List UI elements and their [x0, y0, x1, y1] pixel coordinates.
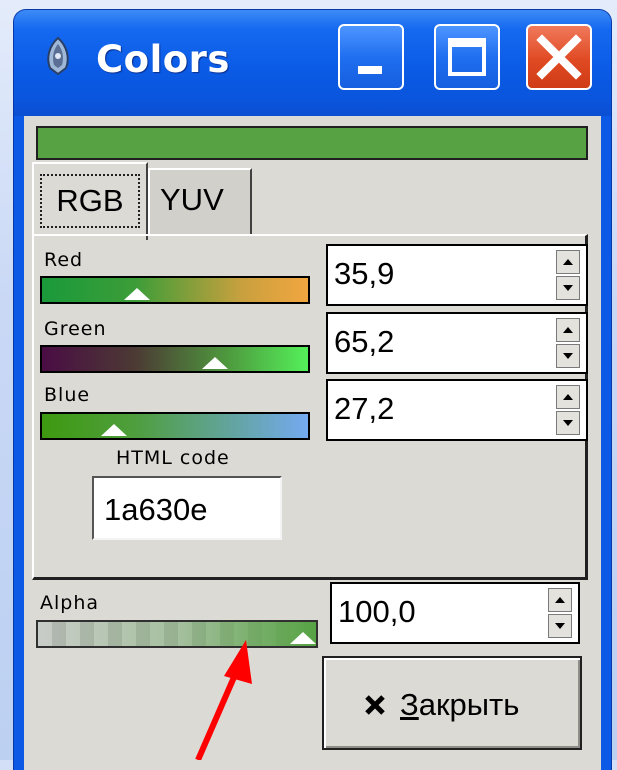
- red-value[interactable]: 35,9: [334, 256, 394, 292]
- green-spinbox[interactable]: 65,2: [326, 312, 588, 374]
- close-icon: [536, 34, 582, 80]
- html-code-label: HTML code: [116, 447, 230, 469]
- spin-up-icon: [555, 597, 565, 603]
- close-button[interactable]: Закрыть: [322, 656, 582, 750]
- alpha-label: Alpha: [40, 592, 100, 614]
- spin-down-icon: [555, 623, 565, 629]
- spin-up-icon: [563, 327, 573, 333]
- dialog-body: RGB YUV Red 35,9 Green 65,2 Blue 27,2 HT…: [24, 116, 601, 770]
- close-button-label: Закрыть: [400, 687, 519, 723]
- spin-up-icon: [563, 259, 573, 265]
- spin-up-icon: [563, 394, 573, 400]
- tab-rgb[interactable]: RGB: [32, 162, 148, 240]
- alpha-increment-button[interactable]: [548, 588, 572, 612]
- alpha-slider[interactable]: [36, 620, 318, 648]
- blue-increment-button[interactable]: [556, 385, 580, 409]
- green-value[interactable]: 65,2: [334, 324, 394, 360]
- close-button-label-rest: акрыть: [418, 687, 520, 722]
- spin-down-icon: [563, 353, 573, 359]
- app-icon: [47, 36, 69, 76]
- maximize-icon: [448, 38, 486, 76]
- html-code-value[interactable]: 1a630e: [104, 492, 207, 528]
- title-bar[interactable]: Colors: [14, 10, 611, 116]
- x-icon: [365, 695, 385, 715]
- red-spinbox[interactable]: 35,9: [326, 244, 588, 306]
- green-increment-button[interactable]: [556, 318, 580, 342]
- spin-down-icon: [563, 285, 573, 291]
- tab-rgb-focus: RGB: [40, 174, 140, 228]
- alpha-value[interactable]: 100,0: [338, 594, 416, 630]
- blue-slider-thumb[interactable]: [101, 424, 128, 436]
- minimize-button[interactable]: [338, 24, 404, 90]
- tab-rgb-label: RGB: [56, 183, 124, 218]
- red-slider[interactable]: [40, 276, 310, 304]
- green-decrement-button[interactable]: [556, 344, 580, 368]
- blue-value[interactable]: 27,2: [334, 391, 394, 427]
- alpha-spinbox[interactable]: 100,0: [330, 582, 580, 644]
- blue-decrement-button[interactable]: [556, 411, 580, 435]
- close-button-mnemonic: З: [400, 687, 419, 722]
- html-code-input[interactable]: 1a630e: [92, 476, 282, 540]
- alpha-slider-thumb[interactable]: [290, 632, 316, 644]
- maximize-button[interactable]: [434, 24, 500, 90]
- blue-label: Blue: [44, 384, 91, 406]
- blue-spinbox[interactable]: 27,2: [326, 379, 588, 441]
- tab-yuv[interactable]: YUV: [148, 168, 252, 234]
- green-label: Green: [44, 318, 107, 340]
- spin-down-icon: [563, 420, 573, 426]
- red-label: Red: [44, 249, 84, 271]
- blue-slider[interactable]: [40, 412, 310, 440]
- red-slider-thumb[interactable]: [124, 288, 151, 300]
- alpha-decrement-button[interactable]: [548, 614, 572, 638]
- minimize-icon: [358, 66, 382, 74]
- green-slider-thumb[interactable]: [202, 357, 229, 369]
- window-title: Colors: [96, 38, 230, 81]
- close-window-button[interactable]: [526, 24, 592, 90]
- red-decrement-button[interactable]: [556, 276, 580, 300]
- color-preview-swatch: [36, 126, 588, 160]
- tab-yuv-label: YUV: [160, 182, 224, 217]
- red-increment-button[interactable]: [556, 250, 580, 274]
- green-slider[interactable]: [40, 345, 310, 373]
- colors-window: Colors RGB YUV Red 35,9 Green 65,2 Blue …: [14, 10, 611, 770]
